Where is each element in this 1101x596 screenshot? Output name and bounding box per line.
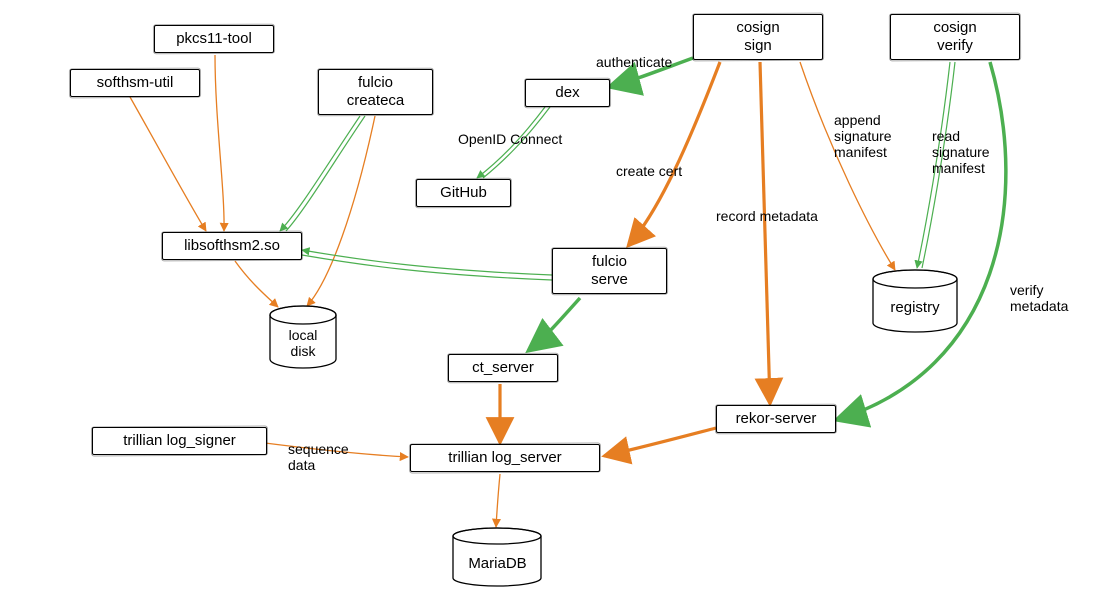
node-label: GitHub — [440, 184, 487, 201]
label-create-cert: create cert — [616, 163, 682, 179]
edge-libsofthsm-localdisk — [235, 261, 278, 307]
node-fulcio-serve: fulcio serve — [552, 248, 667, 294]
label-read-sig: read signature manifest — [932, 128, 990, 176]
node-label: registry — [870, 299, 960, 316]
node-label: MariaDB — [450, 555, 545, 572]
edge-fulcioserve-libsofthsm-1 — [302, 250, 552, 275]
label-append-sig: append signature manifest — [834, 112, 892, 160]
node-cosign-sign: cosign sign — [693, 14, 823, 60]
label-sequence-data: sequence data — [288, 441, 349, 473]
edge-softhsm-libsofthsm — [130, 97, 206, 231]
node-dex: dex — [525, 79, 610, 107]
node-label: libsofthsm2.so — [184, 237, 280, 254]
node-label: ct_server — [472, 359, 534, 376]
node-label: trillian log_server — [448, 449, 561, 466]
node-label: trillian log_signer — [123, 432, 236, 449]
node-label: pkcs11-tool — [176, 30, 252, 47]
edge-sign-registry — [800, 62, 895, 270]
edge-fulcioserve-ctserver — [528, 298, 580, 351]
edge-fulcioserve-libsofthsm-2 — [302, 255, 552, 280]
node-softhsm-util: softhsm-util — [70, 69, 200, 97]
edge-sign-rekor — [760, 62, 770, 404]
node-registry: registry — [870, 269, 960, 335]
node-ct-server: ct_server — [448, 354, 558, 382]
edge-createca-libsofthsm-1 — [280, 116, 360, 231]
node-label: local disk — [267, 327, 339, 359]
edge-pkcs11-libsofthsm — [215, 55, 224, 231]
node-cosign-verify: cosign verify — [890, 14, 1020, 60]
diagram-canvas: authenticate OpenID Connect create cert … — [0, 0, 1101, 596]
node-pkcs11-tool: pkcs11-tool — [154, 25, 274, 53]
label-authenticate: authenticate — [596, 54, 672, 70]
node-github: GitHub — [416, 179, 511, 207]
node-label: cosign sign — [736, 19, 779, 54]
edge-trillian-mariadb — [496, 474, 500, 527]
node-label: softhsm-util — [97, 74, 174, 91]
node-label: dex — [555, 84, 579, 101]
label-verify-metadata: verify metadata — [1010, 282, 1068, 314]
node-rekor-server: rekor-server — [716, 405, 836, 433]
node-fulcio-createca: fulcio createca — [318, 69, 433, 115]
node-label: cosign verify — [933, 19, 976, 54]
label-record-metadata: record metadata — [716, 208, 818, 224]
node-trillian-log-server: trillian log_server — [410, 444, 600, 472]
node-libsofthsm2: libsofthsm2.so — [162, 232, 302, 260]
node-label: fulcio createca — [347, 74, 405, 109]
edge-createca-localdisk — [307, 116, 375, 306]
edge-createca-libsofthsm-2 — [286, 116, 365, 231]
edge-sign-fulcioserve — [628, 62, 720, 246]
edge-rekor-trillian — [604, 428, 716, 456]
label-openid: OpenID Connect — [458, 131, 562, 147]
node-local-disk: local disk — [267, 305, 339, 371]
node-label: fulcio serve — [591, 253, 628, 288]
node-mariadb: MariaDB — [450, 527, 545, 589]
node-trillian-log-signer: trillian log_signer — [92, 427, 267, 455]
node-label: rekor-server — [736, 410, 817, 427]
